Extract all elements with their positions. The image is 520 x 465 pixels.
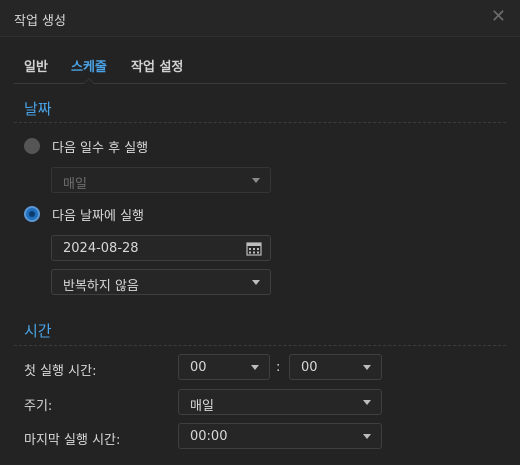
repeat-select[interactable]: 반복하지 않음 — [51, 269, 271, 295]
chevron-down-icon — [363, 434, 371, 439]
time-section-title: 시간 — [24, 322, 52, 340]
first-run-time-label: 첫 실행 시간: — [24, 364, 97, 379]
last-run-time-label: 마지막 실행 시간: — [24, 433, 121, 448]
date-section-title: 날짜 — [24, 100, 52, 118]
last-run-time-select[interactable]: 00:00 — [178, 423, 382, 449]
dialog-title: 작업 생성 — [14, 14, 66, 29]
first-run-minute-value: 00 — [301, 360, 318, 375]
run-date-field[interactable]: 2024-08-28 — [51, 235, 271, 261]
date-section-divider — [14, 122, 506, 123]
run-on-date-radio[interactable] — [24, 206, 40, 222]
frequency-select[interactable]: 매일 — [178, 389, 382, 415]
dialog-titlebar: 작업 생성 ✕ — [0, 0, 520, 37]
run-date-value: 2024-08-28 — [63, 241, 139, 256]
calendar-icon[interactable] — [246, 241, 262, 256]
active-tab-indicator — [83, 78, 95, 84]
last-run-time-value: 00:00 — [190, 429, 228, 444]
tab-task-settings[interactable]: 작업 설정 — [131, 56, 183, 75]
run-after-days-radio[interactable] — [24, 138, 40, 154]
chevron-down-icon — [251, 365, 259, 370]
first-run-minute-select[interactable]: 00 — [289, 354, 382, 380]
chevron-down-icon — [252, 178, 260, 183]
chevron-down-icon — [363, 400, 371, 405]
time-section-divider — [14, 345, 506, 346]
time-separator: : — [276, 360, 281, 375]
first-run-hour-select[interactable]: 00 — [178, 354, 270, 380]
close-icon[interactable]: ✕ — [491, 6, 506, 28]
run-on-date-label: 다음 날짜에 실행 — [52, 209, 144, 224]
days-interval-select[interactable]: 매일 — [51, 167, 271, 193]
repeat-value: 반복하지 않음 — [63, 279, 139, 294]
frequency-label: 주기: — [24, 399, 53, 414]
run-after-days-label: 다음 일수 후 실행 — [52, 141, 149, 156]
chevron-down-icon — [363, 365, 371, 370]
chevron-down-icon — [252, 280, 260, 285]
days-interval-value: 매일 — [63, 177, 87, 192]
tab-general[interactable]: 일반 — [24, 56, 48, 75]
tab-schedule[interactable]: 스케줄 — [71, 56, 107, 75]
frequency-value: 매일 — [190, 399, 214, 414]
first-run-hour-value: 00 — [190, 360, 207, 375]
